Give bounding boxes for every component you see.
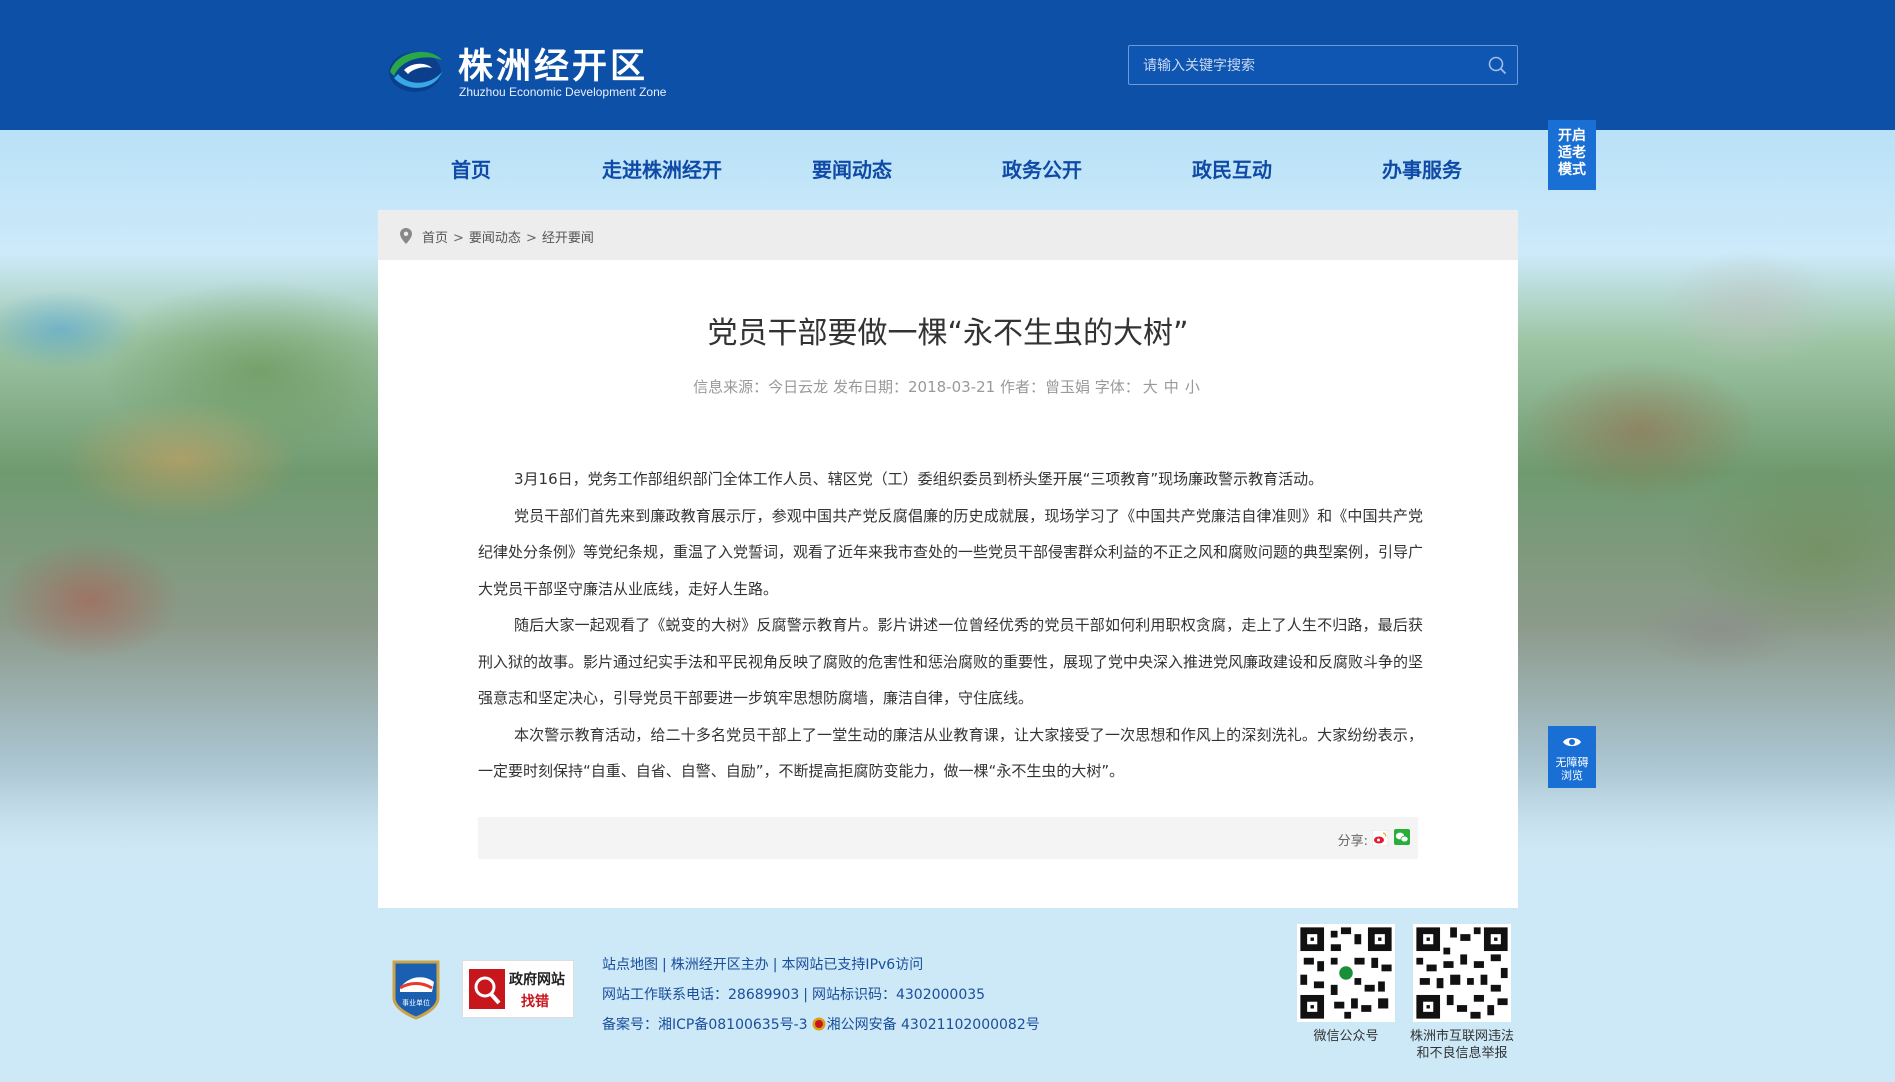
nav-item-news[interactable]: 要闻动态 [812, 150, 892, 190]
breadcrumb-trail: 首页 > 要闻动态 > 经开要闻 [422, 227, 594, 246]
icp-link[interactable]: 湘ICP备08100635号-3 [658, 1017, 808, 1033]
footer-info: 站点地图 | 株洲经开区主办 | 本网站已支持IPv6访问 网站工作联系电话：28689… [602, 950, 1040, 1040]
site-logo[interactable]: 株洲经开区 Zhuzhou Economic Development Zone [386, 36, 706, 104]
article-paragraph: 党员干部们首先来到廉政教育展示厅，参观中国共产党反腐倡廉的历史成就展，现场学习了… [478, 506, 1424, 598]
police-record-link[interactable]: 湘公网安备 43021102000082号 [827, 1017, 1040, 1033]
footer-separator: | [662, 957, 667, 973]
share-label: 分享: [1337, 834, 1368, 849]
nav-item-gov-affairs[interactable]: 政务公开 [1002, 150, 1082, 190]
nav-item-about[interactable]: 走进株洲经开 [602, 150, 722, 190]
search-input[interactable] [1141, 46, 1475, 86]
breadcrumb: 首页 > 要闻动态 > 经开要闻 [378, 210, 1518, 260]
site-name: 株洲经开区 [458, 47, 649, 87]
report-qr-label-1: 株洲市互联网违法 [1409, 1029, 1514, 1044]
article-body: 3月16日，党务工作部组织部门全体工作人员、辖区党（工）委组织委员到桥头堡开展“… [478, 461, 1423, 790]
wechat-share-icon[interactable] [1394, 829, 1410, 845]
author-value: 曾玉娟 [1044, 378, 1090, 396]
footer: 事业单位 政府网站 找错 站点地图 | 株洲经开区主办 | 本网站已支持IPv6访问 网… [0, 908, 1895, 1082]
breadcrumb-separator: > [453, 231, 464, 246]
phone-label: 网站工作联系电话： [602, 987, 728, 1003]
accessibility-label: 无障碍 浏览 [1548, 756, 1596, 782]
location-pin-icon [400, 228, 412, 244]
search-box [1128, 45, 1518, 86]
sitemap-link[interactable]: 站点地图 [602, 957, 658, 973]
article-paragraph: 3月16日，党务工作部组织部门全体工作人员、辖区党（工）委组织委员到桥头堡开展“… [514, 470, 1324, 488]
share-bar: 分享: [478, 817, 1418, 859]
gov-badge-line2: 找错 [521, 994, 549, 1010]
article-paragraph: 随后大家一起观看了《蜕变的大树》反腐警示教育片。影片讲述一位曾经优秀的党员干部如… [478, 616, 1424, 707]
breadcrumb-separator: > [525, 231, 537, 246]
police-badge-icon [812, 1017, 826, 1031]
nav-item-interaction[interactable]: 政民互动 [1192, 150, 1272, 190]
article-meta: 信息来源：今日云龙 发布日期：2018-03-21 作者：曾玉娟 字体：大中小 [378, 376, 1518, 397]
source-value: 今日云龙 [768, 378, 829, 396]
wechat-qr-code [1297, 924, 1395, 1022]
wechat-qr-label: 微信公众号 [1313, 1029, 1379, 1044]
scenic-right-image [1520, 130, 1895, 710]
footer-separator: | [772, 957, 778, 973]
site-code-value: 4302000035 [895, 987, 986, 1003]
font-size-medium[interactable]: 中 [1164, 378, 1179, 396]
ipv6-link[interactable]: 本网站已支持IPv6访问 [781, 957, 923, 973]
elder-mode-label-3: 模式 [1558, 162, 1586, 178]
badge-unit-text: 事业单位 [402, 998, 430, 1007]
accessibility-label-1: 无障碍 [1555, 756, 1589, 769]
site-name-en: Zhuzhou Economic Development Zone [459, 85, 667, 99]
site-code-label: 网站标识码： [811, 987, 896, 1003]
source-label: 信息来源： [693, 378, 769, 396]
breadcrumb-current[interactable]: 经开要闻 [542, 231, 594, 246]
elder-mode-label-2: 适老 [1558, 145, 1586, 161]
weibo-share-icon[interactable] [1372, 830, 1388, 846]
font-size-large[interactable]: 大 [1143, 378, 1158, 396]
gov-badge-line1: 政府网站 [509, 972, 565, 988]
eye-icon [1563, 737, 1581, 747]
breadcrumb-news[interactable]: 要闻动态 [469, 231, 521, 246]
report-qr-code [1413, 924, 1511, 1022]
font-size-small[interactable]: 小 [1185, 378, 1200, 396]
report-qr-label-2: 和不良信息举报 [1416, 1046, 1508, 1061]
date-value: 2018-03-21 [907, 378, 996, 396]
footer-link-row: 站点地图 | 株洲经开区主办 | 本网站已支持IPv6访问 [602, 950, 1040, 980]
scenic-left-image [0, 130, 400, 710]
elder-mode-button[interactable]: 开启 适老 模式 [1548, 120, 1596, 190]
top-header: 株洲经开区 Zhuzhou Economic Development Zone [0, 0, 1895, 130]
breadcrumb-home[interactable]: 首页 [422, 231, 448, 246]
gov-site-report-badge[interactable]: 政府网站 找错 [462, 960, 574, 1018]
main-nav: 首页 走进株洲经开 要闻动态 政务公开 政民互动 办事服务 [378, 150, 1518, 190]
report-qr-label: 株洲市互联网违法 和不良信息举报 [1402, 1028, 1522, 1062]
elder-mode-label-1: 开启 [1558, 128, 1586, 144]
nav-item-services[interactable]: 办事服务 [1382, 150, 1462, 190]
magnifier-icon [469, 969, 505, 1009]
logo-mark-icon [389, 51, 442, 92]
article-paragraph: 本次警示教育活动，给二十多名党员干部上了一堂生动的廉洁从业教育课，让大家接受了一… [478, 725, 1423, 781]
host-link[interactable]: 株洲经开区主办 [671, 957, 769, 973]
icp-label: 备案号： [602, 1017, 658, 1033]
search-icon[interactable] [1487, 55, 1507, 75]
phone-value: 28689903 [728, 987, 800, 1003]
font-size-label: 字体： [1094, 378, 1140, 396]
footer-separator: | [803, 987, 808, 1003]
date-label: 发布日期： [832, 378, 908, 396]
author-label: 作者： [999, 378, 1045, 396]
footer-contact-row: 网站工作联系电话：28689903 | 网站标识码：4302000035 [602, 980, 1040, 1010]
footer-record-row: 备案号：湘ICP备08100635号-3 湘公网安备 43021102000082… [602, 1010, 1040, 1040]
article-title: 党员干部要做一棵“永不生虫的大树” [707, 316, 1189, 351]
accessibility-button[interactable]: 无障碍 浏览 [1548, 726, 1596, 788]
article-card: 首页 > 要闻动态 > 经开要闻 党员干部要做一棵“永不生虫的大树” 信息来源：今日云龙… [378, 210, 1518, 908]
accessibility-label-2: 浏览 [1561, 769, 1583, 782]
public-institution-badge[interactable]: 事业单位 [390, 958, 442, 1020]
nav-item-home[interactable]: 首页 [451, 150, 491, 190]
